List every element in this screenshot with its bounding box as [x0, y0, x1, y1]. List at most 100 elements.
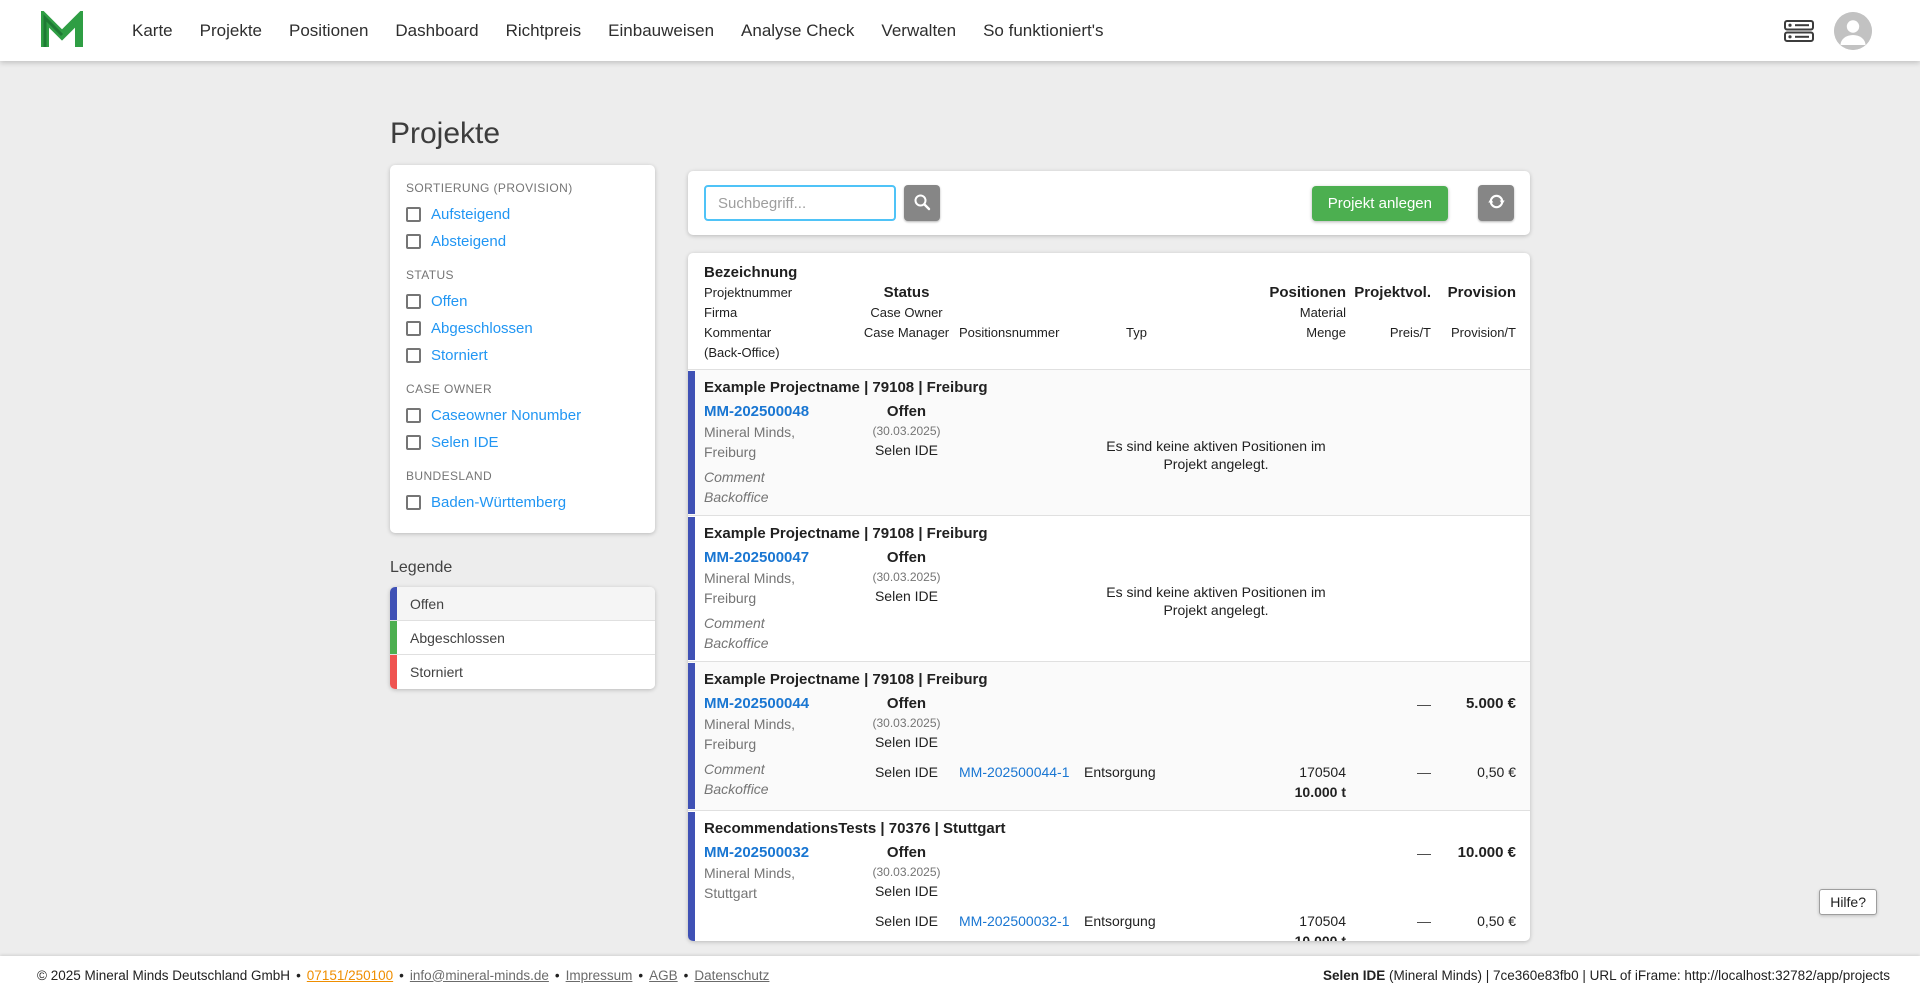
position-number-link[interactable]: MM-202500032-1 [959, 913, 1070, 929]
project-city: Freiburg [704, 590, 757, 606]
nav-richtpreis[interactable]: Richtpreis [506, 21, 582, 41]
col-projektvol: Projektvol. Preis/T [1354, 284, 1431, 340]
project-number-link[interactable]: MM-202500048 [704, 402, 848, 422]
page-title: Projekte [390, 117, 501, 150]
checkbox-selen-ide[interactable] [406, 434, 421, 450]
case-owner: Selen IDE [874, 883, 939, 899]
mineral-minds-logo[interactable] [40, 10, 86, 52]
no-positions-message: Es sind keine aktiven Positionen im Proj… [1106, 583, 1326, 618]
project-city: Stuttgart [704, 885, 757, 901]
nav-positionen[interactable]: Positionen [289, 21, 368, 41]
session-user: Selen IDE [1322, 967, 1386, 983]
help-button[interactable]: Hilfe? [1819, 889, 1877, 915]
legend-item-storniert: Storniert [390, 655, 655, 689]
project-row: Example Projectname | 79108 | Freiburg M… [688, 370, 1530, 515]
position-typ: Entsorgung [1084, 764, 1156, 780]
project-company: Mineral Minds, [704, 716, 796, 732]
phone-link[interactable]: 07151/250100 [307, 968, 393, 983]
refresh-button[interactable] [1478, 185, 1514, 221]
create-project-button[interactable]: Projekt anlegen [1311, 185, 1448, 221]
case-owner: Selen IDE [874, 734, 939, 750]
nav-verwalten[interactable]: Verwalten [881, 21, 956, 41]
checkbox-aufsteigend[interactable] [406, 206, 421, 222]
project-company: Mineral Minds, [704, 424, 796, 440]
col-positionen: Positionen Material Menge [1269, 284, 1346, 340]
checkbox-offen[interactable] [406, 293, 421, 309]
filter-panel: SORTIERUNG (PROVISION) Aufsteigend Abste… [390, 165, 655, 533]
nav-so-funktionierts[interactable]: So funktioniert's [983, 21, 1103, 41]
nav-einbauweisen[interactable]: Einbauweisen [608, 21, 714, 41]
filter-option-selen-ide[interactable]: Selen IDE [406, 430, 639, 454]
case-manager: Selen IDE [874, 913, 939, 929]
position-material: 170504 [1299, 764, 1346, 780]
status-strip [688, 812, 695, 941]
impressum-link[interactable]: Impressum [566, 968, 633, 983]
position-material: 170504 [1299, 913, 1346, 929]
checkbox-storniert[interactable] [406, 347, 421, 363]
server-icon[interactable] [1784, 19, 1814, 43]
no-positions-message: Es sind keine aktiven Positionen im Proj… [1106, 437, 1326, 472]
project-number-link[interactable]: MM-202500044 [704, 694, 848, 714]
project-row: Example Projectname | 79108 | Freiburg M… [688, 515, 1530, 661]
table-body: Example Projectname | 79108 | Freiburg M… [688, 370, 1530, 941]
project-comment: Comment [704, 761, 765, 777]
project-number-link[interactable]: MM-202500032 [704, 843, 848, 863]
filter-option-abgeschlossen[interactable]: Abgeschlossen [406, 316, 639, 340]
filter-section-case-owner: CASE OWNER [406, 382, 493, 396]
legend-color-storniert [390, 655, 397, 689]
session-info: Selen IDE (Mineral Minds) | 7ce360e83fb0… [1322, 967, 1890, 983]
user-avatar[interactable] [1834, 11, 1872, 50]
position-preis-t: — [1417, 764, 1431, 780]
case-owner: Selen IDE [874, 588, 939, 604]
filter-option-storniert[interactable]: Storniert [406, 343, 639, 367]
toolbar: Projekt anlegen [688, 171, 1530, 235]
nav-analyse-check[interactable]: Analyse Check [741, 21, 854, 41]
position-provision: 0,50 € [1477, 913, 1516, 929]
agb-link[interactable]: AGB [649, 968, 678, 983]
project-title: Example Projectname | 79108 | Freiburg [704, 525, 988, 542]
case-manager: Selen IDE [874, 764, 939, 780]
legend: Offen Abgeschlossen Storniert [390, 587, 655, 689]
position-provision: 0,50 € [1477, 764, 1516, 780]
preis-t-value: — [1417, 845, 1431, 861]
col-typ: Typ [1126, 325, 1147, 340]
project-comment: Backoffice [704, 635, 769, 651]
nav-projekte[interactable]: Projekte [200, 21, 262, 41]
main-nav: Karte Projekte Positionen Dashboard Rich… [132, 21, 1104, 41]
email-link[interactable]: info@mineral-minds.de [410, 968, 549, 983]
copyright-text: © 2025 Mineral Minds Deutschland GmbH [37, 967, 291, 983]
project-number-link[interactable]: MM-202500047 [704, 548, 848, 568]
nav-dashboard[interactable]: Dashboard [395, 21, 478, 41]
project-comment: Comment [704, 615, 765, 631]
checkbox-caseowner-nonumber[interactable] [406, 407, 421, 423]
filter-option-caseowner-nonumber[interactable]: Caseowner Nonumber [406, 403, 639, 427]
col-status: Status Case Owner Case Manager [863, 284, 950, 340]
filter-section-sortierung: SORTIERUNG (PROVISION) [406, 181, 573, 195]
checkbox-baden-wuerttemberg[interactable] [406, 494, 421, 510]
legend-item-offen: Offen [390, 587, 655, 621]
provision-value: 5.000 € [1465, 695, 1516, 712]
search-button[interactable] [904, 185, 940, 221]
case-owner: Selen IDE [874, 442, 939, 458]
filter-section-bundesland: BUNDESLAND [406, 469, 493, 483]
position-menge: 10.000 t [1294, 933, 1346, 941]
filter-option-aufsteigend[interactable]: Aufsteigend [406, 202, 639, 226]
project-title: RecommendationsTests | 70376 | Stuttgart [704, 820, 1006, 837]
project-title: Example Projectname | 79108 | Freiburg [704, 379, 988, 396]
filter-option-absteigend[interactable]: Absteigend [406, 229, 639, 253]
datenschutz-link[interactable]: Datenschutz [694, 968, 769, 983]
position-number-link[interactable]: MM-202500044-1 [959, 764, 1070, 780]
position-typ: Entsorgung [1084, 913, 1156, 929]
checkbox-abgeschlossen[interactable] [406, 320, 421, 336]
filter-option-baden-wuerttemberg[interactable]: Baden-Württemberg [406, 490, 639, 514]
nav-karte[interactable]: Karte [132, 21, 173, 41]
projects-table: Bezeichnung Projektnummer Firma Kommenta… [688, 253, 1530, 941]
checkbox-absteigend[interactable] [406, 233, 421, 249]
preis-t-value: — [1417, 696, 1431, 712]
project-row: Example Projectname | 79108 | Freiburg M… [688, 661, 1530, 810]
provision-value: 10.000 € [1457, 844, 1516, 861]
project-status: Offen (30.03.2025) [872, 695, 941, 730]
position-row: Selen IDE MM-202500044-1 Entsorgung 1705… [854, 758, 1516, 802]
filter-option-offen[interactable]: Offen [406, 289, 639, 313]
search-input[interactable] [704, 185, 896, 221]
